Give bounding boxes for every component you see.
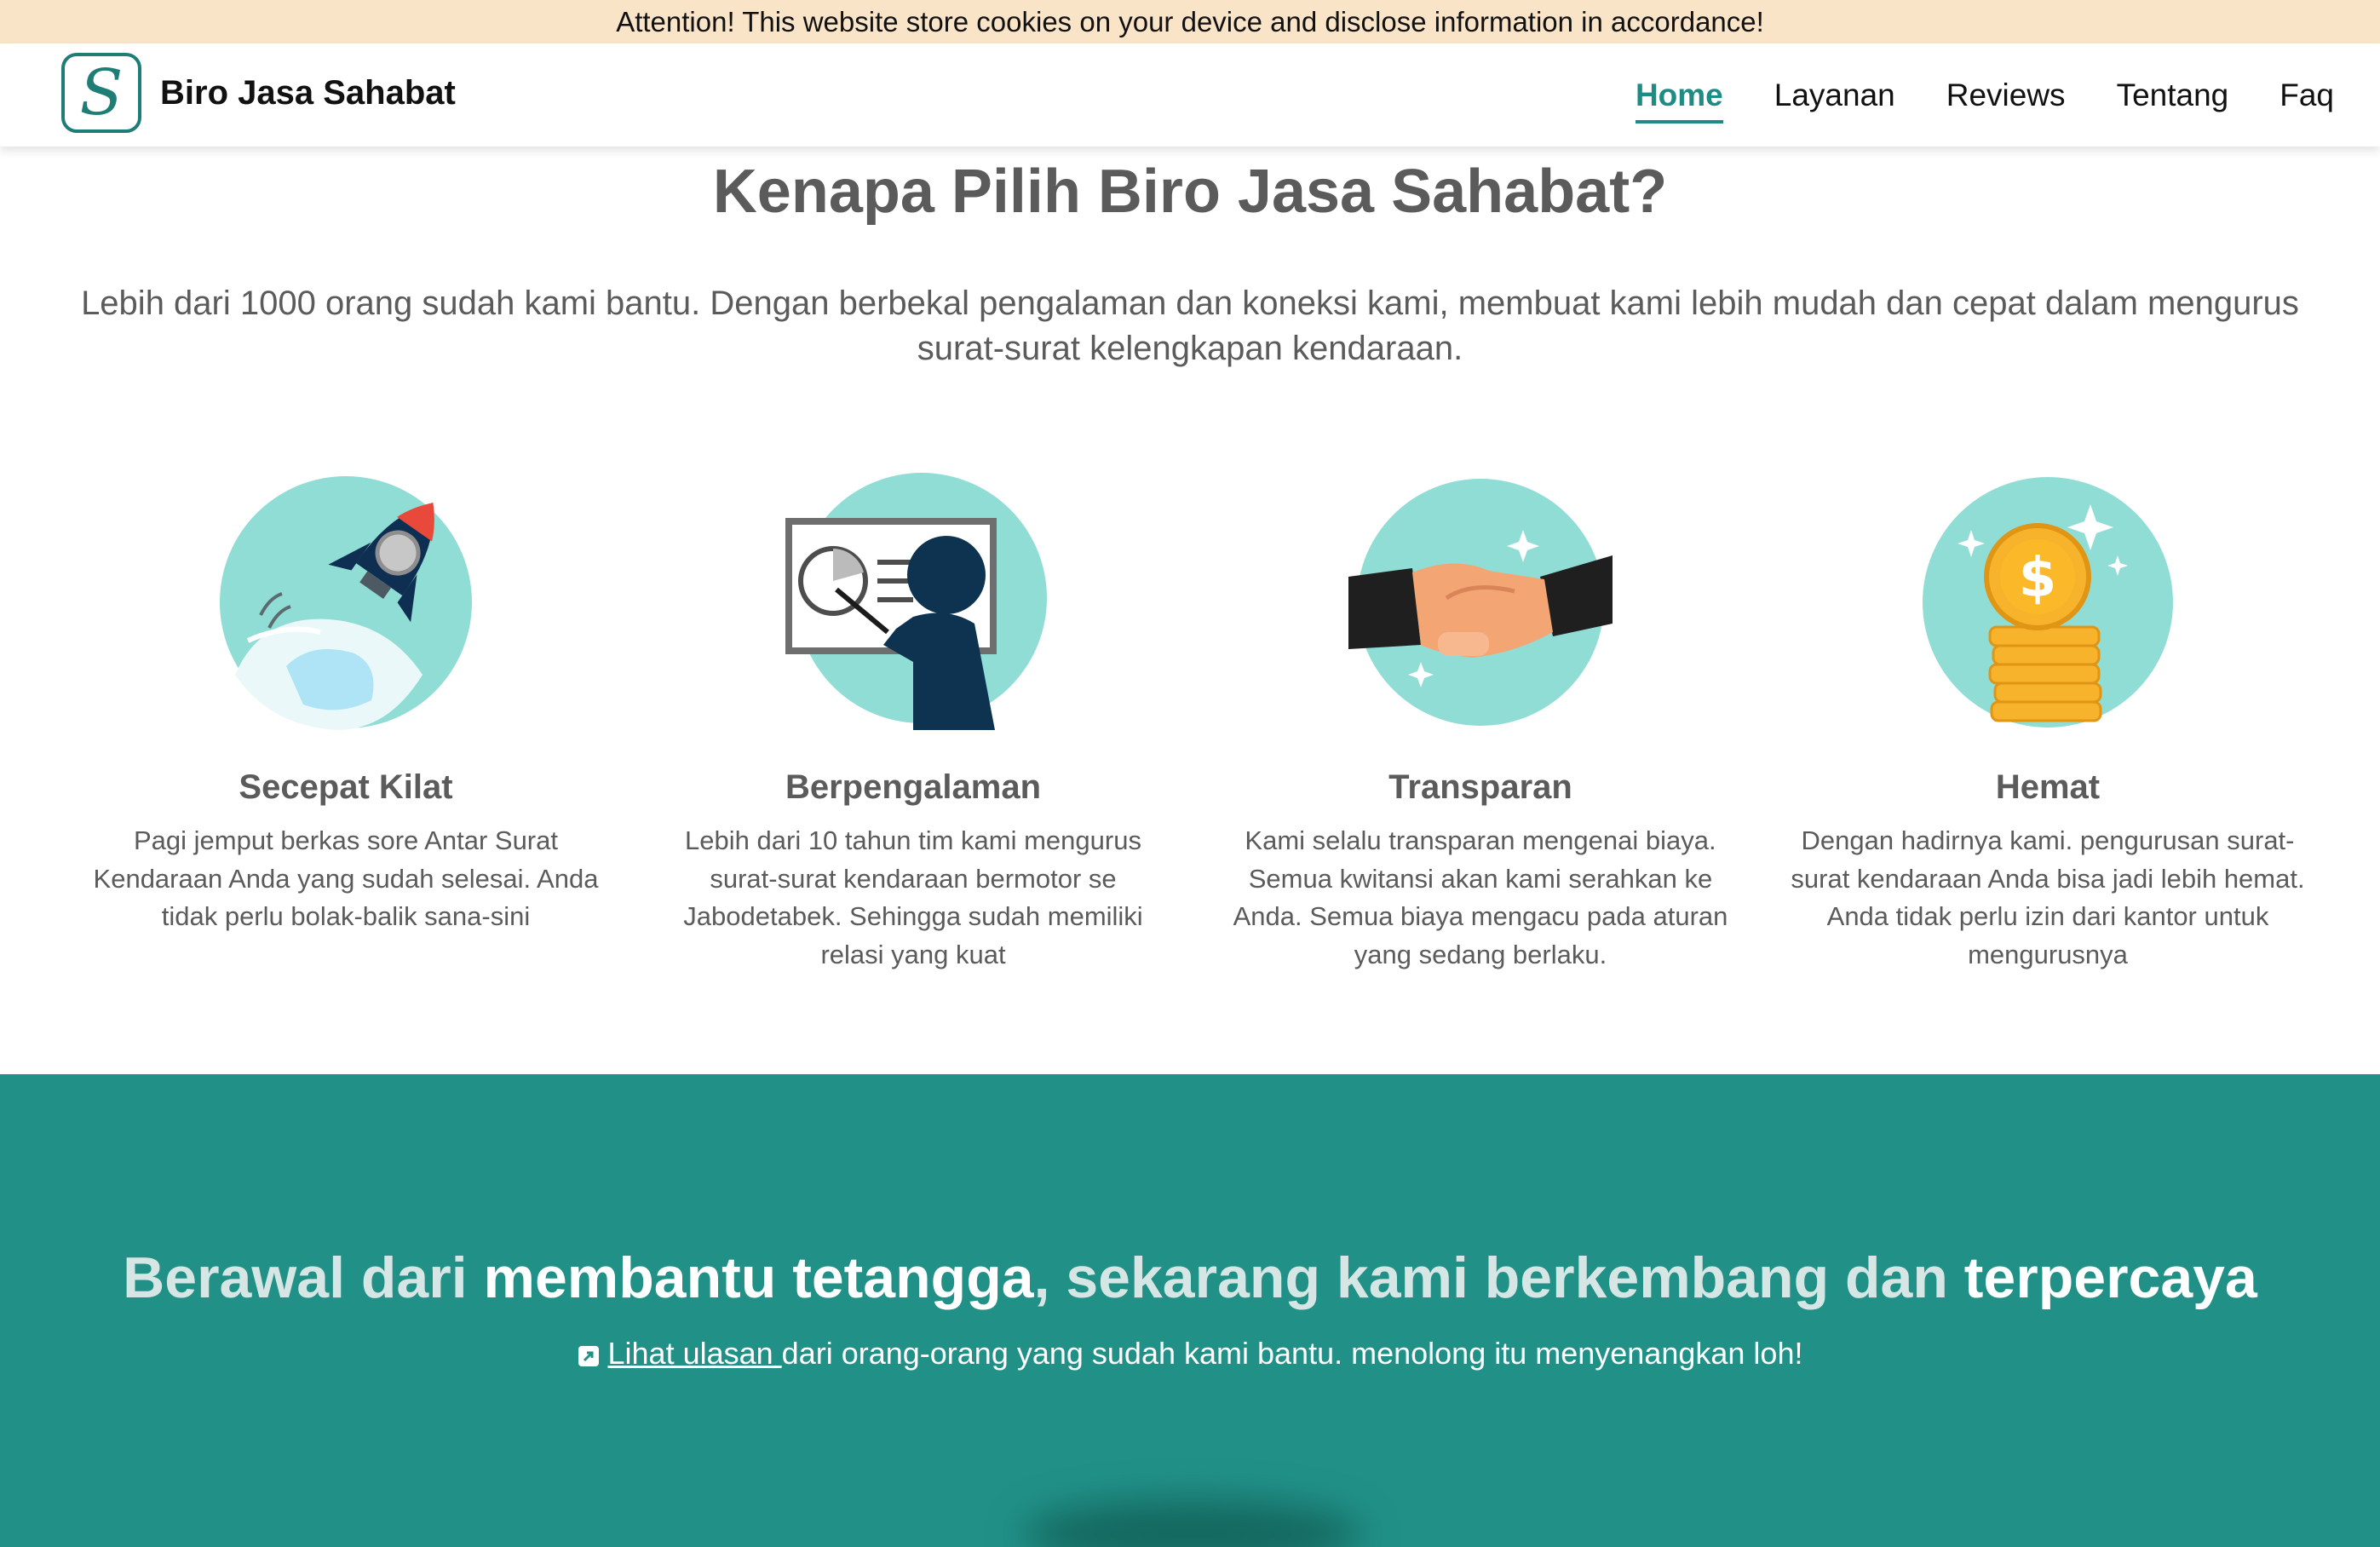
feature-description-line: Kendaraan Anda yang sudah selesai. Anda: [93, 863, 599, 894]
coins-icon: $: [1923, 477, 2173, 727]
feature-description-line: relasi yang kuat: [820, 939, 1006, 969]
cta-heading-highlight: terpercaya: [1963, 1245, 2257, 1310]
decorative-shadow: [1022, 1500, 1363, 1547]
feature-description-line: yang sedang berlaku.: [1354, 939, 1607, 969]
nav-menu: Home Layanan Reviews Tentang Faq: [1584, 43, 2334, 147]
logo: S: [61, 53, 141, 133]
feature-description: Lebih dari 10 tahun tim kami mengurus su…: [641, 822, 1186, 974]
section-description-line-2: surat-surat kelengkapan kendaraan.: [917, 330, 1463, 367]
rocket-icon: [220, 476, 472, 730]
cookie-banner: Attention! This website store cookies on…: [0, 0, 2380, 43]
logo-letter: S: [79, 56, 124, 129]
feature-card-transparency: Transparan Kami selalu transparan mengen…: [1208, 470, 1753, 974]
feature-description: Pagi jemput berkas sore Antar Surat Kend…: [73, 822, 618, 936]
cta-heading-highlight: membantu tetangga: [483, 1245, 1034, 1310]
feature-description-line: tidak perlu bolak-balik sana-sini: [161, 901, 531, 931]
navbar: S Biro Jasa Sahabat Home Layanan Reviews…: [0, 43, 2380, 147]
feature-description-line: surat kendaraan Anda bisa jadi lebih hem…: [1791, 863, 2305, 894]
feature-description-line: Kami selalu transparan mengenai biaya.: [1245, 825, 1716, 855]
feature-title: Berpengalaman: [785, 768, 1042, 806]
feature-description-line: Pagi jemput berkas sore Antar Surat: [134, 825, 558, 855]
feature-description-line: mengurusnya: [1968, 939, 2128, 969]
feature-description-line: Anda. Semua biaya mengacu pada aturan: [1233, 901, 1728, 931]
feature-description-line: Jabodetabek. Sehingga sudah memiliki: [683, 901, 1143, 931]
nav-link-home[interactable]: Home: [1635, 78, 1723, 124]
feature-card-experience: Berpengalaman Lebih dari 10 tahun tim ka…: [641, 470, 1186, 974]
feature-description: Kami selalu transparan mengenai biaya. S…: [1208, 822, 1753, 974]
reviews-link[interactable]: Lihat ulasan: [608, 1336, 782, 1371]
cookie-banner-text: Attention! This website store cookies on…: [616, 5, 1764, 37]
feature-title: Hemat: [1995, 768, 2101, 806]
svg-text:$: $: [2019, 547, 2057, 610]
nav-link-faq[interactable]: Faq: [2279, 78, 2334, 113]
feature-card-speed: Secepat Kilat Pagi jemput berkas sore An…: [73, 470, 618, 936]
feature-description-line: surat-surat kendaraan bermotor se: [710, 863, 1117, 894]
external-link-icon: [578, 1346, 599, 1366]
presentation-icon: [785, 473, 1047, 730]
section-description: Lebih dari 1000 orang sudah kami bantu. …: [77, 281, 2303, 371]
feature-title: Transparan: [1388, 768, 1572, 806]
cta-heading-part: , sekarang kami berkembang dan: [1033, 1245, 1964, 1310]
feature-description: Dengan hadirnya kami. pengurusan surat- …: [1775, 822, 2320, 974]
brand-link[interactable]: S Biro Jasa Sahabat: [61, 53, 456, 133]
feature-description-line: Anda tidak perlu izin dari kantor untuk: [1826, 901, 2269, 931]
brand-name: Biro Jasa Sahabat: [160, 73, 456, 112]
handshake-icon: [1348, 479, 1613, 726]
cta-subtext: Lihat ulasan dari orang-orang yang sudah…: [0, 1336, 2380, 1372]
feature-card-savings: $ Hemat Dengan hadirnya kami. pengurusan…: [1775, 470, 2320, 974]
feature-title: Secepat Kilat: [239, 768, 453, 806]
section-description-line-1: Lebih dari 1000 orang sudah kami bantu. …: [81, 285, 2299, 322]
cta-heading-part: Berawal dari: [123, 1245, 484, 1310]
nav-link-layanan[interactable]: Layanan: [1774, 78, 1895, 113]
section-title: Kenapa Pilih Biro Jasa Sahabat?: [712, 158, 1668, 226]
feature-description-line: Semua kwitansi akan kami serahkan ke: [1248, 863, 1713, 894]
nav-link-reviews[interactable]: Reviews: [1946, 78, 2066, 113]
cta-subtext-body: dari orang-orang yang sudah kami bantu. …: [781, 1336, 1803, 1371]
nav-link-tentang[interactable]: Tentang: [2117, 78, 2229, 113]
cta-heading: Berawal dari membantu tetangga, sekarang…: [0, 1245, 2380, 1311]
feature-description-line: Lebih dari 10 tahun tim kami mengurus: [685, 825, 1141, 855]
cta-section: Berawal dari membantu tetangga, sekarang…: [0, 1074, 2380, 1547]
feature-description-line: Dengan hadirnya kami. pengurusan surat-: [1801, 825, 2295, 855]
